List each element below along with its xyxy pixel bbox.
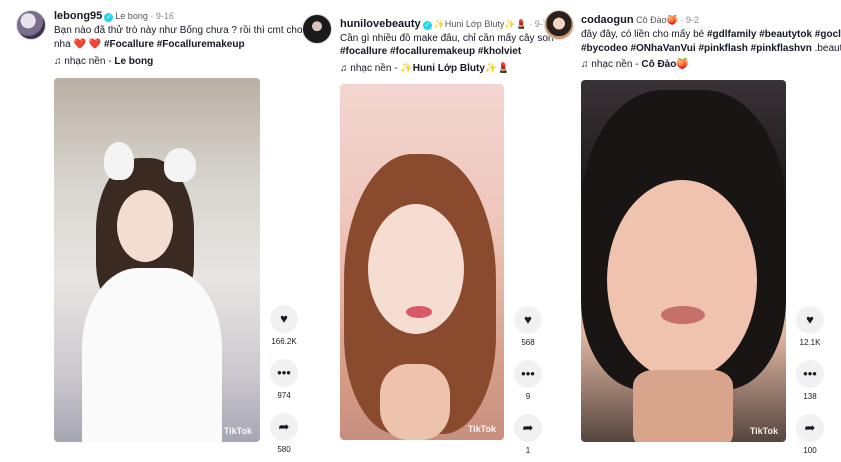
- music-name: ✨Huni Lớp Bluty✨💄: [400, 63, 510, 74]
- caption-line-1: Bạn nào đã thử trò này như Bống chưa ? r…: [54, 25, 304, 37]
- share-count: 100: [803, 446, 817, 455]
- video-post: codaogun Cô Đào🍑 · 9-2 đây đây, có liền …: [544, 0, 841, 462]
- comment-count: 9: [525, 392, 531, 401]
- username-link[interactable]: hunilovebeauty: [340, 18, 421, 30]
- caption-line-2: #focallure #focalluremakeup #kholviet: [340, 46, 521, 58]
- heart-icon[interactable]: ♥: [514, 306, 542, 334]
- hashtag-links-inline[interactable]: #gdlfamily #beautytok #goclame: [707, 29, 841, 40]
- post-author-line: lebong95 ✓ Le bong · 9-16: [54, 10, 174, 22]
- comment-icon[interactable]: •••: [270, 359, 298, 387]
- music-note-icon: ♫: [340, 63, 348, 74]
- avatar[interactable]: [544, 10, 574, 40]
- hashtag-links[interactable]: #bycodeo #ONhaVanVui #pinkflash #pinkfla…: [581, 43, 812, 54]
- tiktok-watermark: TikTok: [223, 426, 252, 436]
- music-prefix: nhạc nền: [350, 63, 392, 74]
- caption-text: Cần gì nhiều đồ make đâu, chỉ cần mấy câ…: [340, 33, 554, 44]
- avatar[interactable]: [302, 14, 332, 44]
- comment-icon[interactable]: •••: [514, 360, 542, 388]
- video-player[interactable]: TikTok: [340, 84, 504, 440]
- hashtag-suffix: .beauty: [814, 43, 841, 54]
- music-prefix: nhạc nền: [591, 59, 633, 70]
- caption-line-1: Cần gì nhiều đồ make đâu, chỉ cần mấy câ…: [340, 33, 553, 45]
- video-figure-body: [82, 268, 222, 442]
- video-figure-neck: [633, 370, 733, 442]
- caption-line-2: nha ❤️ ❤️ #Focallure #Focalluremakeup: [54, 39, 245, 51]
- share-icon[interactable]: ➦: [270, 413, 298, 441]
- caption-line-1: đây đây, có liền cho mấy bé #gdlfamily #…: [581, 29, 841, 41]
- avatar[interactable]: [16, 10, 46, 40]
- nickname[interactable]: Le bong: [115, 11, 148, 21]
- video-figure-ears-2: [164, 148, 196, 182]
- music-link[interactable]: ♫ nhạc nền - Cô Đào🍑: [581, 59, 689, 71]
- music-separator: -: [394, 63, 398, 74]
- tiktok-watermark: TikTok: [749, 426, 778, 436]
- caption-line-2: #bycodeo #ONhaVanVui #pinkflash #pinkfla…: [581, 43, 841, 55]
- nickname[interactable]: Cô Đào🍑: [636, 15, 678, 25]
- heart-icon[interactable]: ♥: [796, 306, 824, 334]
- music-separator: -: [108, 56, 112, 67]
- action-bar: ♥ 12.1K ••• 138 ➦ 100: [790, 306, 830, 462]
- video-figure-lips: [661, 306, 705, 324]
- comment-count: 138: [803, 392, 817, 401]
- action-bar: ♥ 166.2K ••• 974 ➦ 580: [264, 305, 304, 462]
- verified-badge-icon: ✓: [422, 21, 432, 30]
- caption-text-2: nha: [54, 39, 71, 50]
- like-count: 166.2K: [271, 337, 297, 346]
- heart-emojis: ❤️ ❤️: [73, 39, 102, 50]
- video-figure-face: [117, 190, 173, 262]
- username-link[interactable]: lebong95: [54, 10, 102, 22]
- hashtag-links[interactable]: #Focallure #Focalluremakeup: [104, 39, 245, 50]
- verified-badge-icon: ✓: [104, 13, 114, 22]
- like-count: 12.1K: [799, 338, 821, 347]
- post-date: 9-2: [685, 15, 699, 25]
- video-post: hunilovebeauty ✓ ✨Huni Lớp Bluty✨💄 · 9-7 C…: [302, 0, 553, 462]
- hashtag-links[interactable]: #focallure #focalluremakeup #kholviet: [340, 46, 521, 57]
- music-note-icon: ♫: [54, 56, 62, 67]
- video-figure-hand: [380, 364, 450, 440]
- nickname[interactable]: ✨Huni Lớp Bluty✨💄: [434, 19, 527, 29]
- heart-icon[interactable]: ♥: [270, 305, 298, 333]
- music-name: Le bong: [114, 56, 154, 67]
- share-icon[interactable]: ➦: [514, 414, 542, 442]
- video-figure-face: [607, 180, 757, 380]
- like-count: 568: [521, 338, 535, 347]
- post-author-line: codaogun Cô Đào🍑 · 9-2: [581, 14, 699, 26]
- post-date: 9-16: [155, 11, 174, 21]
- caption-text: Bạn nào đã thử trò này như Bống chưa ? r…: [54, 25, 304, 36]
- music-separator: -: [635, 59, 639, 70]
- music-link[interactable]: ♫ nhạc nền - ✨Huni Lớp Bluty✨💄: [340, 63, 510, 75]
- caption-text: đây đây, có liền cho mấy bé: [581, 29, 705, 40]
- share-count: 1: [525, 446, 531, 455]
- video-post: lebong95 ✓ Le bong · 9-16 Bạn nào đã thử t…: [14, 0, 304, 462]
- comment-count: 974: [277, 391, 291, 400]
- music-prefix: nhạc nền: [64, 56, 106, 67]
- comment-icon[interactable]: •••: [796, 360, 824, 388]
- action-bar: ♥ 568 ••• 9 ➦ 1: [508, 306, 548, 462]
- music-name: Cô Đào🍑: [641, 59, 689, 70]
- music-note-icon: ♫: [581, 59, 589, 70]
- video-player[interactable]: TikTok: [581, 80, 786, 442]
- video-player[interactable]: TikTok: [54, 78, 260, 442]
- share-icon[interactable]: ➦: [796, 414, 824, 442]
- video-figure-lips: [406, 306, 432, 318]
- video-figure-ears: [104, 142, 134, 180]
- music-link[interactable]: ♫ nhạc nền - Le bong: [54, 56, 153, 68]
- tiktok-watermark: TikTok: [467, 424, 496, 434]
- post-author-line: hunilovebeauty ✓ ✨Huni Lớp Bluty✨💄 · 9-7: [340, 18, 548, 30]
- share-count: 580: [277, 445, 291, 454]
- username-link[interactable]: codaogun: [581, 14, 634, 26]
